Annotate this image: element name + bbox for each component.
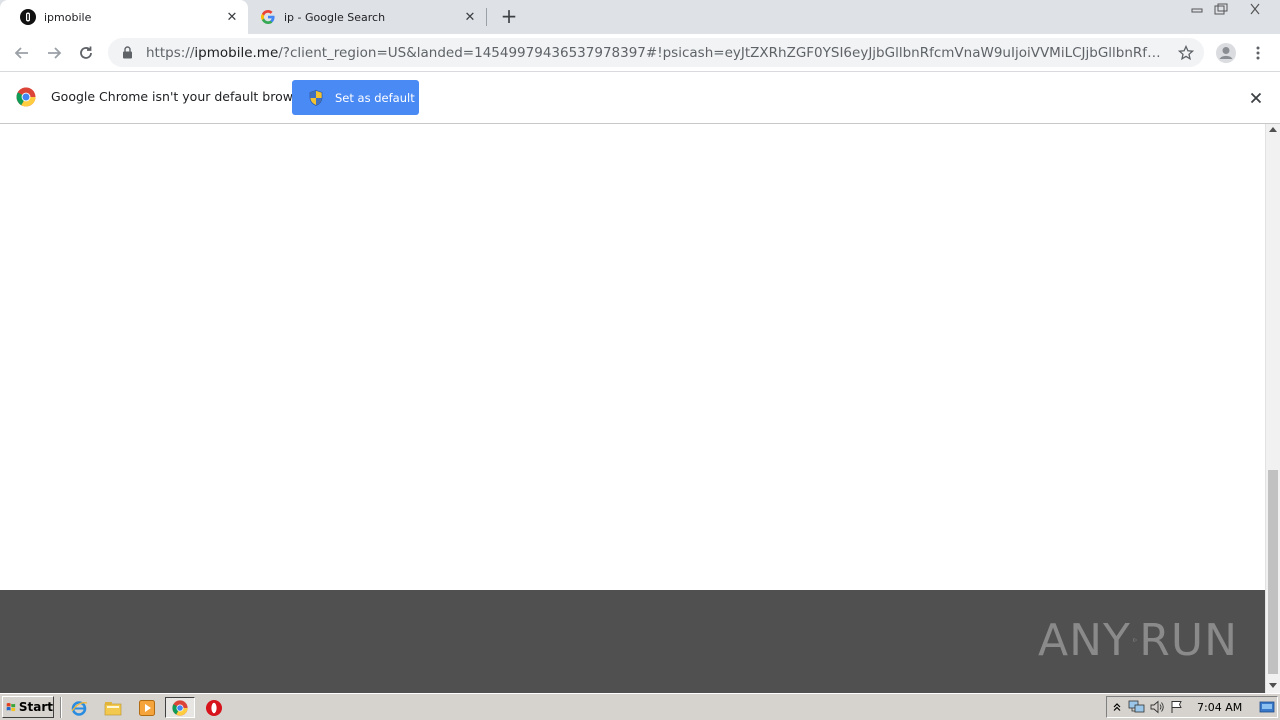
set-as-default-label: Set as default	[335, 90, 415, 105]
back-arrow-icon	[14, 47, 28, 59]
infobar-close-button[interactable]	[1246, 88, 1266, 108]
watermark-right-text: RUN	[1139, 614, 1238, 666]
close-icon	[1250, 92, 1262, 104]
opera-icon[interactable]	[204, 698, 224, 718]
vertical-scrollbar[interactable]	[1265, 124, 1280, 693]
close-icon	[1250, 3, 1260, 15]
scroll-up-arrow-icon[interactable]	[1269, 127, 1277, 132]
tab-title: ipmobile	[44, 10, 92, 24]
play-logo-icon	[1132, 637, 1138, 643]
tab-close-icon[interactable]: ✕	[462, 9, 478, 25]
media-player-icon[interactable]	[137, 698, 157, 718]
tab-strip: ipmobile ✕ ip - Google Search ✕ +	[0, 0, 1280, 34]
profile-avatar-button[interactable]	[1214, 41, 1238, 65]
url-path: /?client_region=US&landed=14549979436537…	[278, 44, 1166, 61]
system-clock[interactable]: 7:04 AM	[1197, 701, 1242, 714]
set-as-default-button[interactable]: Set as default	[292, 80, 419, 115]
avatar-icon	[1216, 43, 1236, 63]
file-explorer-icon[interactable]	[103, 698, 123, 718]
page-content	[0, 124, 1265, 590]
scroll-down-arrow-icon[interactable]	[1269, 683, 1277, 688]
action-center-flag-icon[interactable]	[1167, 698, 1187, 716]
star-icon	[1178, 45, 1194, 61]
start-button[interactable]: Start	[2, 696, 54, 718]
chrome-icon	[172, 699, 188, 716]
default-browser-infobar: Google Chrome isn't your default browser…	[0, 72, 1280, 124]
scrollbar-thumb[interactable]	[1268, 470, 1278, 674]
back-button[interactable]	[10, 41, 34, 65]
uac-shield-icon	[309, 89, 323, 106]
window-close-button[interactable]	[1238, 0, 1272, 18]
minimize-button[interactable]	[1184, 0, 1210, 18]
tab-separator	[486, 8, 487, 26]
forward-button[interactable]	[42, 41, 66, 65]
start-label: Start	[18, 700, 53, 714]
volume-icon[interactable]	[1147, 698, 1167, 716]
reload-button[interactable]	[74, 41, 98, 65]
show-desktop-icon[interactable]	[1259, 699, 1275, 715]
restore-button[interactable]	[1208, 0, 1234, 18]
taskbar-chrome-button[interactable]	[165, 697, 195, 718]
chrome-logo-icon	[16, 87, 36, 107]
url-text[interactable]: https://ipmobile.me/?client_region=US&la…	[146, 45, 1166, 61]
internet-explorer-icon[interactable]	[69, 698, 89, 718]
tab-ipmobile[interactable]: ipmobile ✕	[0, 0, 248, 34]
google-icon	[260, 9, 276, 25]
ipmobile-icon	[20, 9, 36, 25]
network-icon[interactable]	[1127, 698, 1147, 716]
taskbar-separator	[60, 697, 62, 718]
forward-arrow-icon	[48, 47, 62, 59]
infobar-message: Google Chrome isn't your default browser	[51, 89, 313, 104]
url-host: ipmobile.me	[194, 44, 279, 61]
minimize-icon	[1191, 8, 1203, 13]
tab-google-search[interactable]: ip - Google Search ✕	[250, 0, 486, 34]
kebab-menu-icon	[1256, 46, 1260, 60]
lock-icon[interactable]	[120, 46, 134, 60]
windows-flag-icon	[6, 703, 16, 712]
anyrun-watermark: ANY RUN	[1038, 608, 1238, 672]
url-scheme: https://	[146, 44, 195, 61]
new-tab-button[interactable]: +	[498, 5, 520, 27]
tab-close-icon[interactable]: ✕	[224, 9, 240, 25]
show-hidden-icons-chevron-icon[interactable]	[1107, 698, 1127, 716]
windows-taskbar: Start 7:04 AM	[0, 693, 1280, 720]
menu-button[interactable]	[1248, 41, 1268, 65]
reload-icon	[80, 46, 92, 59]
system-tray: 7:04 AM	[1106, 696, 1278, 718]
watermark-left-text: ANY	[1038, 614, 1131, 666]
bookmark-star-button[interactable]	[1174, 41, 1198, 65]
browser-toolbar: https://ipmobile.me/?client_region=US&la…	[0, 34, 1280, 72]
address-bar[interactable]: https://ipmobile.me/?client_region=US&la…	[108, 38, 1204, 67]
restore-icon	[1214, 3, 1228, 15]
tab-title: ip - Google Search	[284, 10, 386, 24]
